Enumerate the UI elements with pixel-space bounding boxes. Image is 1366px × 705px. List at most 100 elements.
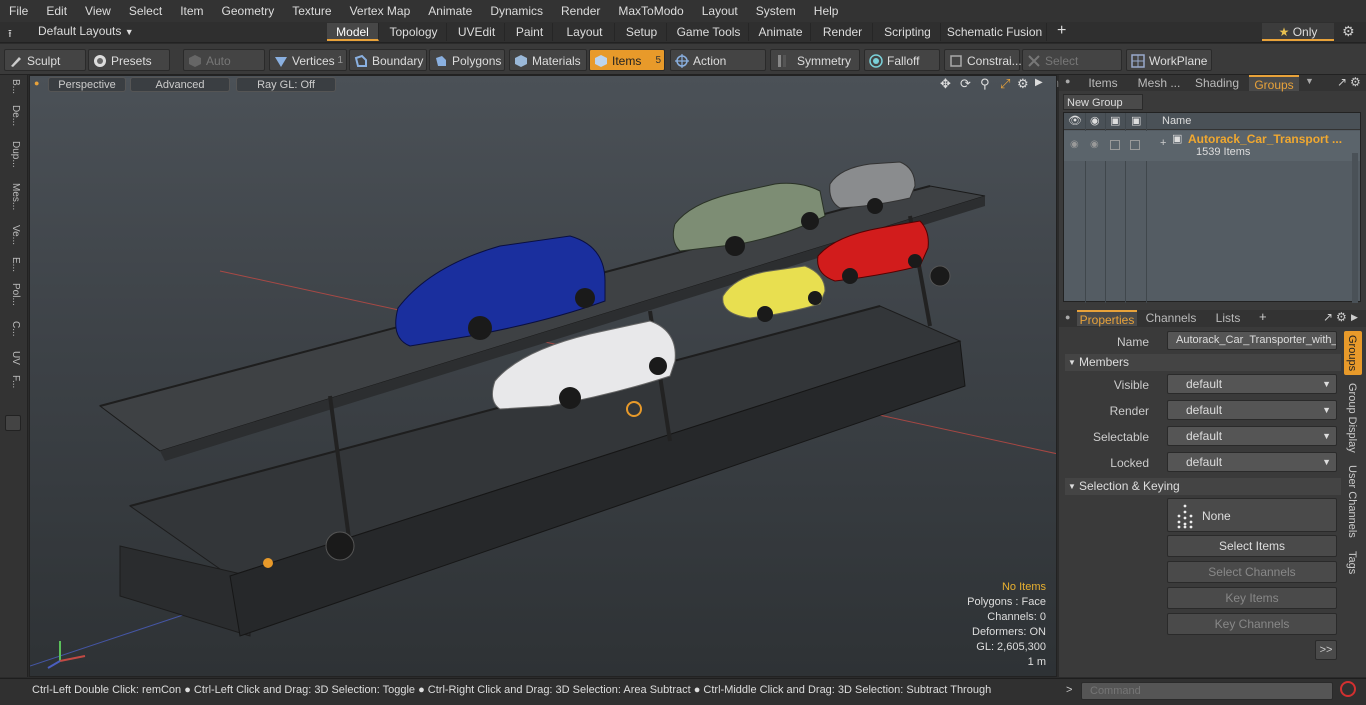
- tab-model[interactable]: Model: [327, 23, 379, 41]
- menu-texture[interactable]: Texture: [283, 0, 340, 22]
- add-tab-plus-icon[interactable]: +: [1259, 309, 1267, 324]
- strip-tab-mesh-edit[interactable]: Mes...: [5, 183, 21, 210]
- row-lock-checkbox[interactable]: [1130, 140, 1140, 150]
- menu-geometry[interactable]: Geometry: [213, 0, 284, 22]
- render-dropdown[interactable]: default ▼: [1167, 400, 1337, 420]
- constraints-button[interactable]: Constrai...: [944, 49, 1022, 71]
- strip-tab-polygon[interactable]: Pol...: [5, 283, 21, 306]
- chevron-down-icon[interactable]: ▼: [1305, 76, 1314, 86]
- tab-uvedit[interactable]: UVEdit: [449, 23, 505, 41]
- menu-system[interactable]: System: [747, 0, 805, 22]
- strip-tab-basic[interactable]: B...: [5, 79, 21, 94]
- strip-tab-vertex[interactable]: Ve...: [5, 225, 21, 245]
- tab-layout[interactable]: Layout: [555, 23, 615, 41]
- row-visibility-icon[interactable]: ◉: [1070, 139, 1079, 150]
- visibility-eye-icon[interactable]: 👁: [1068, 114, 1082, 127]
- panel-dot-icon[interactable]: ●: [1065, 76, 1070, 86]
- tab-animate[interactable]: Animate: [751, 23, 811, 41]
- maximize-icon[interactable]: ↗: [1337, 75, 1347, 89]
- layout-up-icon[interactable]: ⭱: [8, 25, 12, 44]
- visible-dropdown[interactable]: default ▼: [1167, 374, 1337, 394]
- menu-dynamics[interactable]: Dynamics: [481, 0, 552, 22]
- group-list-scrollbar[interactable]: [1352, 153, 1358, 303]
- strip-tab-uv[interactable]: UV: [5, 351, 21, 365]
- side-tab-user-channels[interactable]: User Channels: [1346, 465, 1358, 538]
- select-through-button[interactable]: Select Through: [1022, 49, 1122, 90]
- side-tab-group-display[interactable]: Group Display: [1346, 383, 1358, 453]
- lock-icon[interactable]: ▣: [1131, 114, 1141, 127]
- tab-game-tools[interactable]: Game Tools: [669, 23, 749, 41]
- tab-mesh[interactable]: Mesh ...: [1131, 75, 1187, 91]
- tab-items[interactable]: Items: [1079, 75, 1127, 91]
- materials-button[interactable]: Materials: [509, 49, 587, 71]
- menu-vertex-map[interactable]: Vertex Map: [341, 0, 420, 22]
- menu-view[interactable]: View: [76, 0, 120, 22]
- gear-icon[interactable]: ⚙: [1342, 23, 1355, 40]
- boundary-button[interactable]: Boundary: [349, 49, 427, 71]
- record-icon[interactable]: [1340, 681, 1356, 697]
- tab-render[interactable]: Render: [813, 23, 873, 41]
- tab-scripting[interactable]: Scripting: [875, 23, 941, 41]
- none-selection-set[interactable]: None: [1167, 498, 1337, 532]
- menu-item[interactable]: Item: [171, 0, 212, 22]
- group-name-field[interactable]: Autorack_Car_Transporter_with_: [1167, 331, 1337, 350]
- expand-icon[interactable]: +: [1160, 137, 1166, 149]
- menu-file[interactable]: File: [0, 0, 37, 22]
- strip-expand-button[interactable]: [5, 415, 21, 431]
- workplane-button[interactable]: WorkPlane: [1126, 49, 1212, 71]
- props-arrow-icon[interactable]: ▶: [1351, 312, 1358, 323]
- select-lock-icon[interactable]: ▣: [1110, 114, 1120, 127]
- row-render-icon[interactable]: ◉: [1090, 139, 1099, 150]
- tab-schematic-fusion[interactable]: Schematic Fusion: [943, 23, 1047, 41]
- strip-tab-edge[interactable]: E...: [5, 257, 21, 272]
- tab-topology[interactable]: Topology: [381, 23, 447, 41]
- group-name[interactable]: Autorack_Car_Transport ...: [1188, 132, 1342, 146]
- tab-setup[interactable]: Setup: [617, 23, 667, 41]
- select-items-button[interactable]: Select Items: [1167, 535, 1337, 557]
- panel-gear-icon[interactable]: ⚙: [1350, 75, 1361, 89]
- locked-dropdown[interactable]: default ▼: [1167, 452, 1337, 472]
- default-layouts-dropdown[interactable]: Default Layouts ▼: [38, 24, 134, 38]
- action-center-button[interactable]: Action Center: [670, 49, 766, 90]
- presets-button[interactable]: Presets: [88, 49, 170, 71]
- menu-maxtomodo[interactable]: MaxToModo: [609, 0, 692, 22]
- items-button[interactable]: Items 5: [589, 49, 665, 71]
- add-tab-button[interactable]: +: [1057, 22, 1066, 40]
- polygons-button[interactable]: Polygons: [429, 49, 505, 71]
- new-group-button[interactable]: New Group: [1063, 94, 1143, 110]
- selection-keying-section[interactable]: ▼ Selection & Keying: [1065, 478, 1341, 495]
- tab-groups[interactable]: Groups: [1249, 75, 1299, 92]
- tab-channels[interactable]: Channels: [1143, 310, 1199, 326]
- tab-properties[interactable]: Properties: [1077, 310, 1137, 327]
- menu-layout[interactable]: Layout: [693, 0, 747, 22]
- falloff-button[interactable]: Falloff: [864, 49, 940, 71]
- strip-tab-duplicate[interactable]: Dup...: [5, 141, 21, 168]
- menu-help[interactable]: Help: [805, 0, 848, 22]
- only-toggle[interactable]: ★ Only: [1262, 23, 1334, 41]
- side-tab-groups[interactable]: Groups: [1344, 331, 1362, 375]
- menu-select[interactable]: Select: [120, 0, 171, 22]
- side-tab-tags[interactable]: Tags: [1346, 551, 1358, 574]
- tab-lists[interactable]: Lists: [1205, 310, 1251, 326]
- key-items-button[interactable]: Key Items: [1167, 587, 1337, 609]
- auto-select-button[interactable]: Auto Select: [183, 49, 265, 90]
- strip-tab-fusion[interactable]: F...: [5, 375, 21, 388]
- 3d-viewport[interactable]: ● Perspective Advanced Ray GL: Off ✥ ⟳ ⚲…: [29, 75, 1057, 677]
- row-select-checkbox[interactable]: [1110, 140, 1120, 150]
- menu-animate[interactable]: Animate: [419, 0, 481, 22]
- symmetry-button[interactable]: Symmetry: [770, 49, 860, 71]
- tab-paint[interactable]: Paint: [507, 23, 553, 41]
- props-dot-icon[interactable]: ●: [1065, 312, 1070, 322]
- key-channels-button[interactable]: Key Channels: [1167, 613, 1337, 635]
- members-section[interactable]: ▼ Members: [1065, 354, 1341, 371]
- more-button[interactable]: >>: [1315, 640, 1337, 660]
- strip-tab-curve[interactable]: C...: [5, 321, 21, 337]
- command-input[interactable]: [1081, 682, 1333, 700]
- menu-render[interactable]: Render: [552, 0, 609, 22]
- strip-tab-deform[interactable]: De...: [5, 105, 21, 126]
- vertices-button[interactable]: Vertices 1: [269, 49, 347, 71]
- sculpt-button[interactable]: Sculpt: [4, 49, 86, 71]
- props-gear-icon[interactable]: ⚙: [1336, 310, 1347, 324]
- props-maximize-icon[interactable]: ↗: [1323, 310, 1333, 324]
- render-icon[interactable]: ◉: [1090, 114, 1100, 127]
